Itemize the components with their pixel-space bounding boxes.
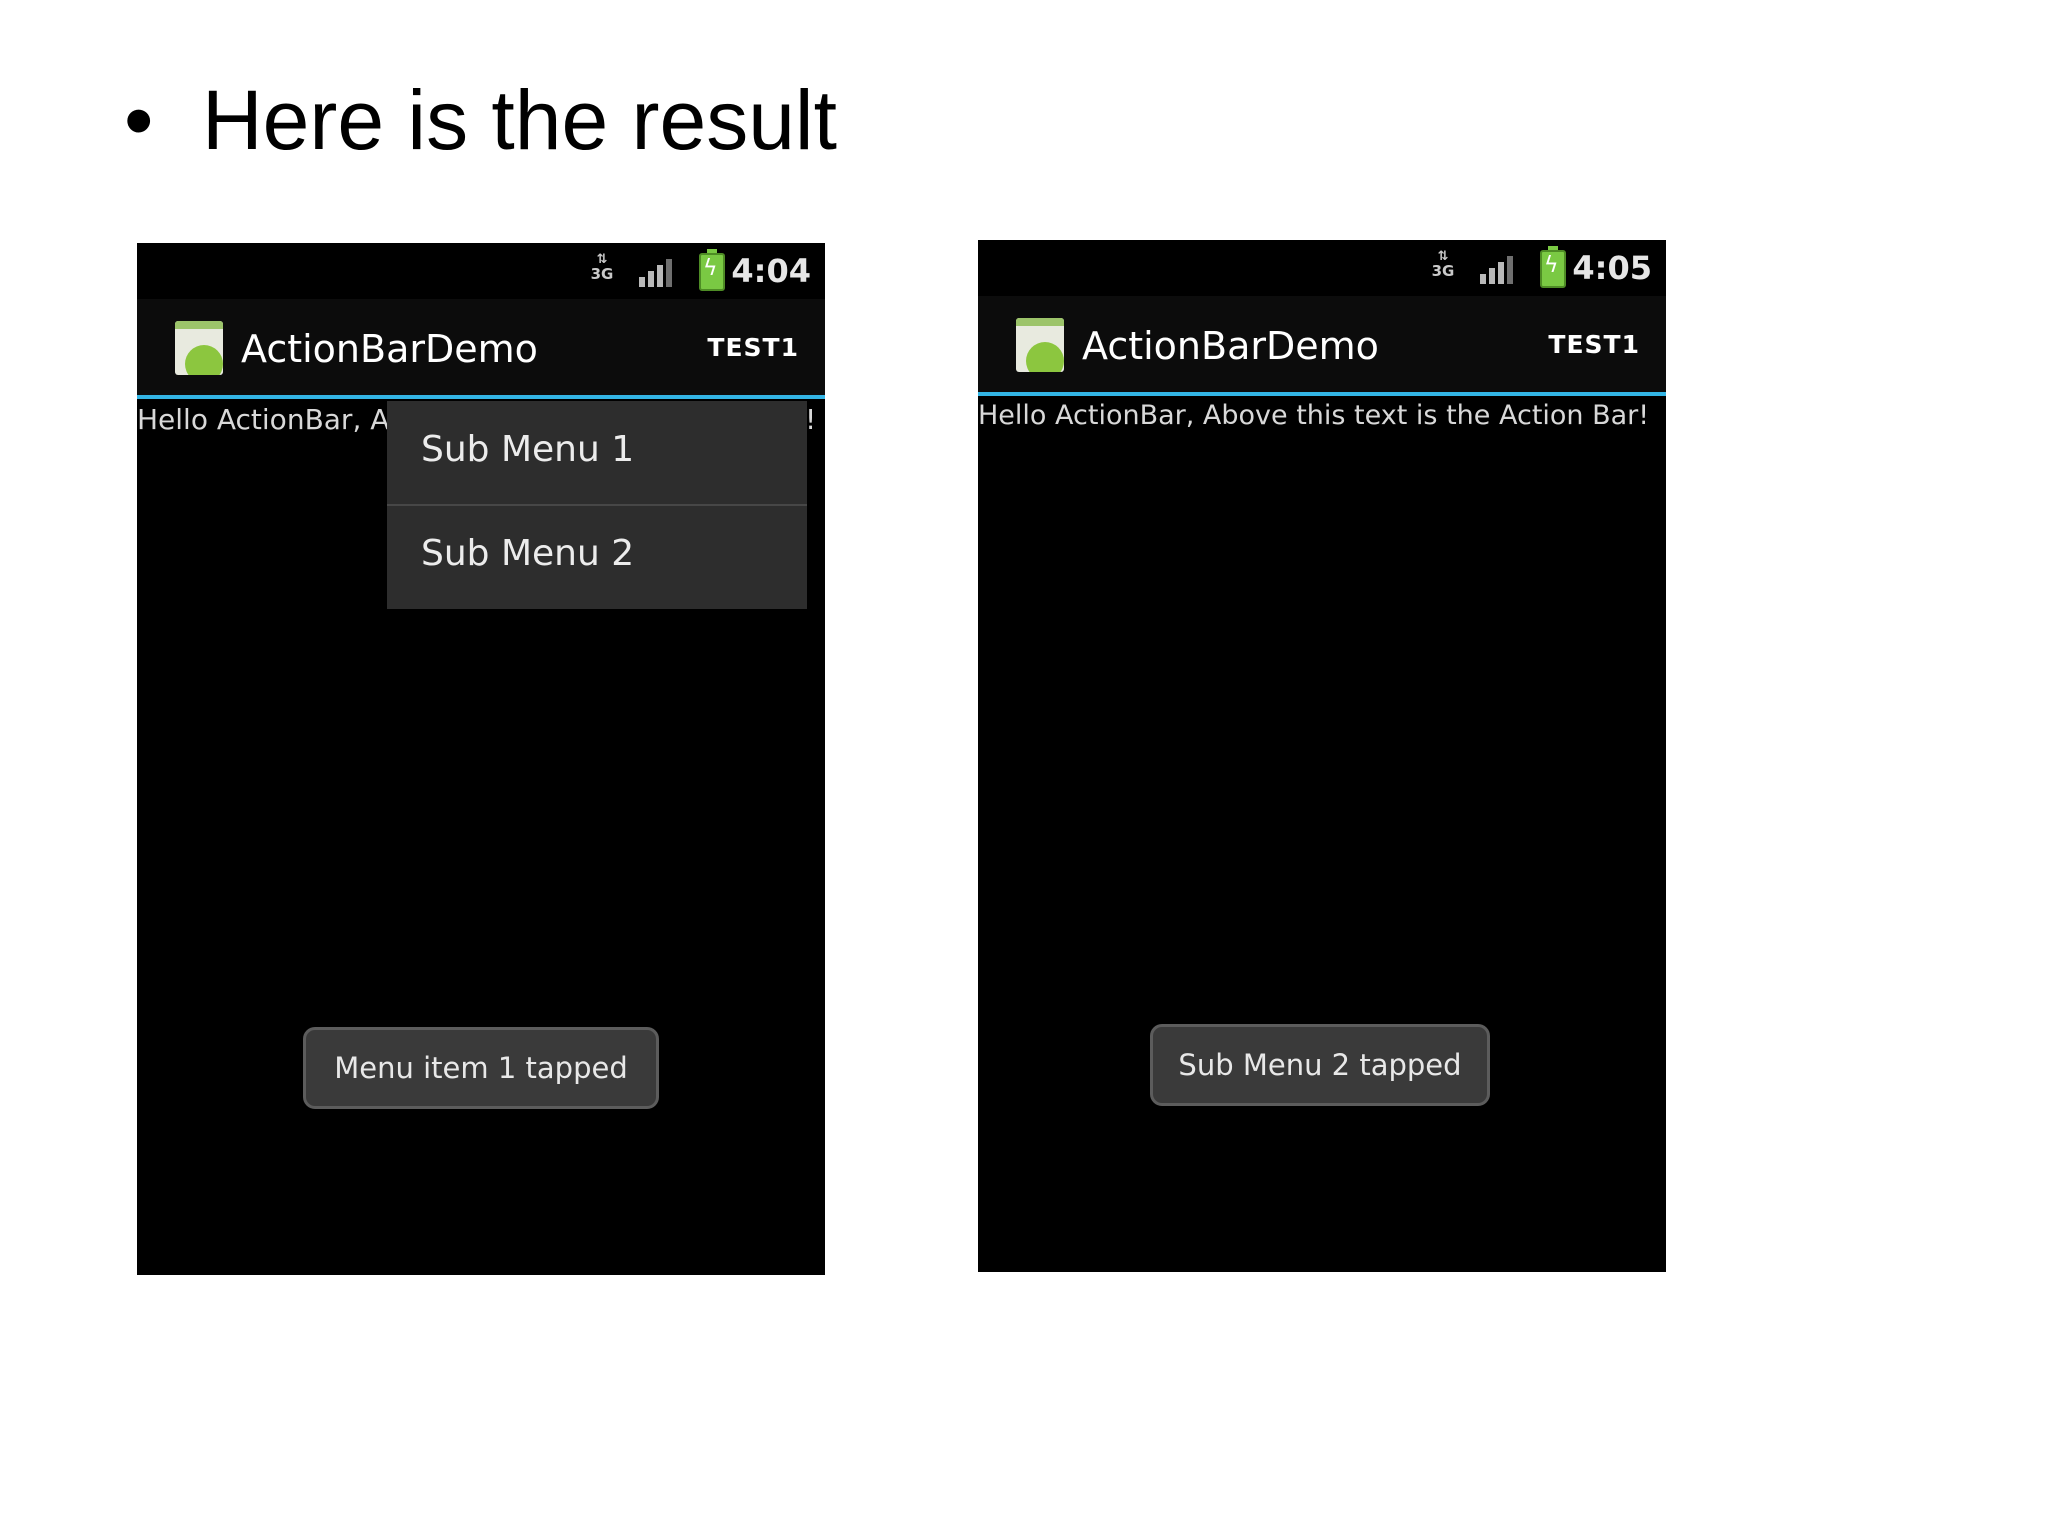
content-text: Hello ActionBar, Above this text is the … (978, 400, 1650, 431)
status-time: 4:05 (1572, 249, 1652, 287)
action-bar-title: ActionBarDemo (1082, 324, 1379, 368)
signal-strength-icon (1480, 254, 1516, 284)
action-item-test1[interactable]: TEST1 (707, 333, 799, 362)
content-text: Hello ActionBar, A (137, 403, 387, 436)
battery-charging-icon: ϟ (699, 249, 725, 291)
bullet-marker: • (124, 73, 154, 167)
submenu-item-1[interactable]: Sub Menu 1 (387, 401, 807, 505)
action-bar-accent-line (137, 395, 825, 399)
submenu-dropdown: Sub Menu 1 Sub Menu 2 (387, 401, 807, 609)
signal-strength-icon (639, 257, 675, 287)
battery-charging-icon: ϟ (1540, 246, 1566, 288)
slide-heading: Here is the result (202, 73, 837, 167)
status-bar: ⇅ 3G ϟ 4:05 (978, 240, 1666, 296)
phone-screen-right: ⇅ 3G ϟ 4:05 ActionBarDemo TEST1 Hello Ac… (978, 240, 1666, 1272)
action-bar-accent-line (978, 392, 1666, 396)
status-bar: ⇅ 3G ϟ 4:04 (137, 243, 825, 299)
toast-message: Menu item 1 tapped (303, 1027, 659, 1109)
action-item-test1[interactable]: TEST1 (1548, 330, 1640, 359)
phone-screen-left: ⇅ 3G ϟ 4:04 ActionBarDemo TEST1 Hello Ac… (137, 243, 825, 1275)
network-3g-icon: ⇅ 3G (1431, 249, 1455, 280)
app-icon[interactable] (1016, 318, 1064, 372)
status-time: 4:04 (731, 252, 811, 290)
action-bar-title: ActionBarDemo (241, 327, 538, 371)
toast-message: Sub Menu 2 tapped (1150, 1024, 1490, 1106)
submenu-item-2[interactable]: Sub Menu 2 (387, 505, 807, 609)
network-3g-icon: ⇅ 3G (590, 252, 614, 283)
app-icon[interactable] (175, 321, 223, 375)
